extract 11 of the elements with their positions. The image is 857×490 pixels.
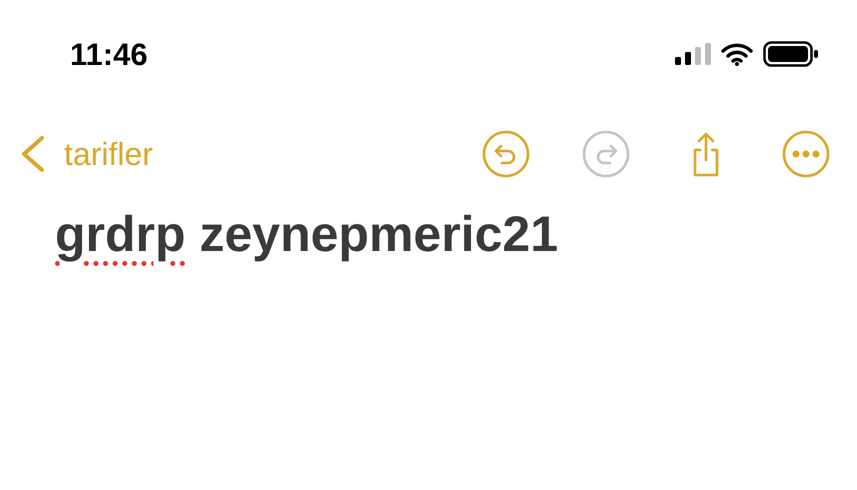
undo-button[interactable] (481, 129, 531, 179)
back-button[interactable]: tarifler (18, 135, 153, 173)
wifi-icon (721, 42, 753, 66)
battery-icon (763, 41, 819, 67)
more-icon (781, 129, 831, 179)
redo-icon (581, 129, 631, 179)
undo-icon (481, 129, 531, 179)
note-title: grdrp zeynepmeric21 (54, 205, 559, 264)
more-button[interactable] (781, 129, 831, 179)
status-time: 11:46 (70, 38, 148, 70)
signal-icon (675, 43, 711, 65)
